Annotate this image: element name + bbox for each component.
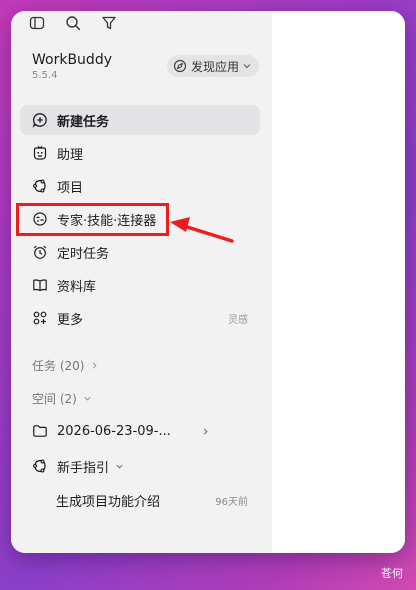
arrow-head-icon [170,217,190,232]
annotation-arrow [170,217,234,243]
watermark: 苍何 [381,567,403,580]
